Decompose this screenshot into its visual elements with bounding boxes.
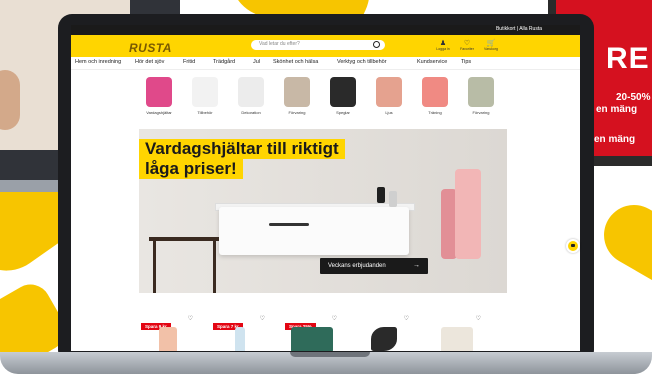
nav-item[interactable]: Jul [253, 59, 260, 65]
product-card[interactable]: Spara 7 kr ♡ [213, 315, 269, 351]
favorite-heart-icon[interactable]: ♡ [332, 315, 337, 322]
login-label: Logga in [436, 47, 450, 51]
category-item[interactable]: Ljus [369, 77, 409, 115]
login-button[interactable]: ♟ Logga in [433, 39, 453, 51]
website-screen: Butikkort | Alla Rusta RUSTA Vad letar d… [71, 25, 580, 351]
heart-icon: ♡ [463, 40, 471, 47]
product-image [371, 327, 397, 351]
towel [455, 169, 481, 259]
product-image [159, 327, 177, 351]
cabinet-handle [269, 223, 309, 226]
nav-item[interactable]: Hem och inredning [75, 59, 121, 65]
top-strip: Butikkort | Alla Rusta [71, 25, 580, 35]
cart-label: Varukorg [484, 47, 498, 51]
search-icon[interactable] [373, 41, 380, 48]
nav-item[interactable]: Verktyg och tillbehör [337, 59, 387, 65]
laptop-notch [290, 352, 370, 357]
category-image [284, 77, 310, 107]
category-label: Förvaring [472, 110, 490, 115]
nav-item[interactable]: Fritid [183, 59, 195, 65]
category-image [146, 77, 172, 107]
category-item[interactable]: Förvaring [277, 77, 317, 115]
bathroom-cabinet [219, 207, 409, 255]
nav-item[interactable]: Tips [461, 59, 471, 65]
category-label: Förvaring [288, 110, 306, 115]
store-link[interactable]: Butikkort | Alla Rusta [496, 26, 542, 32]
category-item[interactable]: Vardagshjältar [139, 77, 179, 115]
favorite-heart-icon[interactable]: ♡ [476, 315, 481, 322]
category-item[interactable]: Dekoration [231, 77, 271, 115]
promo-text: en mäng [596, 104, 638, 115]
nav-item[interactable]: Trädgård [213, 59, 235, 65]
category-label: Speglar [336, 110, 350, 115]
hero-headline-line1: Vardagshjältar till riktigt [139, 139, 345, 159]
weekly-offers-label: Veckans erbjudanden [328, 263, 386, 269]
search-input[interactable]: Vad letar du efter? [251, 40, 385, 50]
product-card[interactable]: ♡ [357, 315, 413, 351]
category-image [192, 77, 218, 107]
weekly-offers-button[interactable]: Veckans erbjudanden → [320, 258, 428, 274]
category-label: Ljus [385, 110, 393, 115]
decorative-swoosh [593, 194, 652, 306]
category-image [376, 77, 402, 107]
product-card[interactable]: Spara 9 kr ♡ [141, 315, 197, 351]
cart-button[interactable]: 🛒 Varukorg [481, 39, 501, 51]
search-placeholder: Vad letar du efter? [259, 41, 300, 47]
category-item[interactable]: Speglar [323, 77, 363, 115]
hero-headline: Vardagshjältar till riktigt låga priser! [139, 139, 345, 179]
chat-button[interactable] [566, 239, 580, 253]
category-image [468, 77, 494, 107]
product-card[interactable]: Spara 25% ♡ [285, 315, 341, 351]
background-person-image [0, 70, 20, 130]
product-card[interactable]: ♡ [429, 315, 485, 351]
nav-item[interactable]: Skönhet och hälsa [273, 59, 318, 65]
product-image [441, 327, 473, 351]
category-label: Dekoration [241, 110, 261, 115]
rusta-logo[interactable]: RUSTA [129, 41, 172, 55]
category-image [422, 77, 448, 107]
category-label: Vardagshjältar [146, 110, 172, 115]
product-image [235, 327, 245, 351]
soap-bottle [377, 187, 385, 203]
promo-discount: 20-50% [616, 92, 651, 103]
arrow-right-icon: → [413, 262, 420, 269]
trolley-leg [213, 237, 216, 293]
favorites-label: Favoriter [460, 47, 474, 51]
category-label: Träning [428, 110, 442, 115]
trolley-shelf [149, 237, 219, 241]
promo-text: en mäng [594, 134, 636, 145]
nav-item[interactable]: Hör det sjöv [135, 59, 164, 65]
cart-icon: 🛒 [486, 40, 496, 47]
category-image [238, 77, 264, 107]
chat-icon [571, 244, 575, 247]
site-header: RUSTA Vad letar du efter? ♟ Logga in ♡ F… [71, 35, 580, 57]
nav-item[interactable]: Kundservice [417, 59, 447, 65]
favorite-heart-icon[interactable]: ♡ [404, 315, 409, 322]
main-nav: Hem och inredning Hör det sjöv Fritid Tr… [71, 57, 580, 70]
trolley-leg [153, 237, 156, 293]
category-label: Tillbehör [197, 110, 213, 115]
category-item[interactable]: Träning [415, 77, 455, 115]
promo-title: RE [606, 42, 650, 75]
category-item[interactable]: Tillbehör [185, 77, 225, 115]
favorites-button[interactable]: ♡ Favoriter [457, 39, 477, 51]
product-image [291, 327, 333, 351]
category-item[interactable]: Förvaring [461, 77, 501, 115]
category-image [330, 77, 356, 107]
hero-headline-line2: låga priser! [139, 159, 243, 179]
favorite-heart-icon[interactable]: ♡ [188, 315, 193, 322]
user-icon: ♟ [439, 40, 447, 47]
favorite-heart-icon[interactable]: ♡ [260, 315, 265, 322]
soap-bottle [389, 191, 397, 207]
